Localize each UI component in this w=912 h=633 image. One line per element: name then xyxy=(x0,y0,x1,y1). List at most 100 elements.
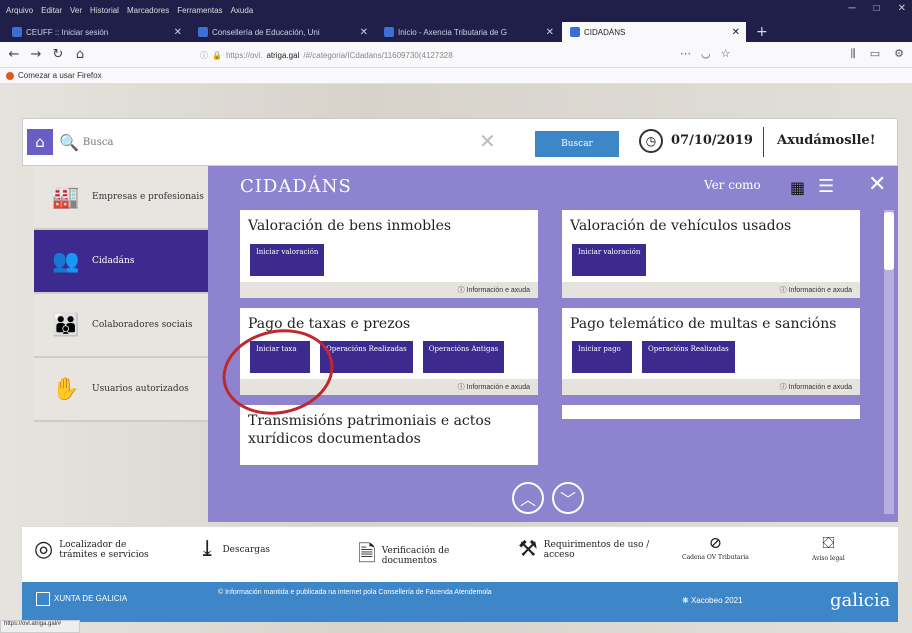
menu-axuda[interactable]: Axuda xyxy=(231,6,254,15)
sidebar-item-colaboradores[interactable]: 👪 Colaboradores sociais xyxy=(34,294,208,358)
footer-label: Localizador de trámites e servicios xyxy=(59,539,149,560)
minimize-icon[interactable]: ─ xyxy=(848,3,855,14)
info-label: Información e axuda xyxy=(788,286,852,294)
tools-icon: ⚒ xyxy=(518,537,538,562)
operacions-realizadas-button[interactable]: Operacións Realizadas xyxy=(320,341,413,373)
tab-label: Consellería de Educación, Uni xyxy=(212,27,320,37)
pocket-icon[interactable]: ◡ xyxy=(701,47,711,60)
sidebar-item-usuarios[interactable]: ✋ Usuarios autorizados xyxy=(34,358,208,422)
url-bar[interactable]: ⓘ 🔒 https://ovl. atriga.gal/#/categoria/I… xyxy=(198,46,744,64)
sidebar-toggle-icon[interactable]: ▭ xyxy=(870,47,880,61)
tab-cidadans[interactable]: CIDADÁNS ✕ xyxy=(562,22,746,42)
info-help-link[interactable]: ⓘ Información e axuda xyxy=(240,281,538,298)
info-icon: ⓘ xyxy=(457,384,467,391)
xunta-label: XUNTA DE GALICIA xyxy=(54,594,128,604)
back-icon[interactable]: ← xyxy=(6,47,22,62)
home-icon[interactable]: ⌂ xyxy=(72,47,88,62)
site-home-icon[interactable]: ⌂ xyxy=(27,129,53,155)
search-input[interactable] xyxy=(82,136,423,148)
aviso-legal-link[interactable]: ⛋ Aviso legal xyxy=(812,533,845,562)
close-tab-icon[interactable]: ✕ xyxy=(174,27,182,38)
menu-editar[interactable]: Editar xyxy=(41,6,62,15)
forward-icon[interactable]: → xyxy=(28,47,44,62)
favicon-icon xyxy=(384,27,394,37)
service-column-right: Valoración de vehículos usados Iniciar v… xyxy=(562,210,860,429)
info-help-link[interactable]: ⓘ Información e axuda xyxy=(562,281,860,298)
window-controls: ─ □ ✕ xyxy=(848,3,906,14)
menu-historial[interactable]: Historial xyxy=(90,6,119,15)
firefox-icon xyxy=(6,71,14,80)
tab-educacion[interactable]: Consellería de Educación, Uni ✕ xyxy=(190,22,374,42)
scroll-up-icon[interactable]: ︿ xyxy=(512,482,544,514)
requirimentos-link[interactable]: ⚒ Requirimentos de uso / acceso xyxy=(518,537,654,562)
category-sidebar: 🏭 Empresas e profesionais 👥 Cidadáns 👪 Cola… xyxy=(34,166,208,526)
tab-ceuff[interactable]: CEUFF :: Iniciar sesión ✕ xyxy=(4,22,188,42)
close-tab-icon[interactable]: ✕ xyxy=(732,27,740,38)
list-view-icon[interactable]: ☰ xyxy=(818,176,834,197)
search-button[interactable]: Buscar xyxy=(535,131,619,157)
info-icon[interactable]: ⓘ xyxy=(200,50,208,61)
info-help-link[interactable]: ⓘ Información e axuda xyxy=(562,379,860,395)
library-icon[interactable]: ⫼ xyxy=(851,47,856,61)
sidebar-item-empresas[interactable]: 🏭 Empresas e profesionais xyxy=(34,166,208,230)
close-tab-icon[interactable]: ✕ xyxy=(360,27,368,38)
info-icon: ⓘ xyxy=(779,384,789,391)
info-label: Información e axuda xyxy=(466,384,530,391)
page-actions-icon[interactable]: ⋯ xyxy=(680,47,691,60)
cadena-link[interactable]: ⊘ Cadena OV Tributaria xyxy=(682,533,749,561)
menu-ferramentas[interactable]: Ferramentas xyxy=(177,6,222,15)
xunta-emblem-icon xyxy=(36,592,50,606)
current-date: 07/10/2019 xyxy=(671,133,753,148)
scroll-down-icon[interactable]: ﹀ xyxy=(552,482,584,514)
tab-label: CEUFF :: Iniciar sesión xyxy=(26,27,109,37)
tab-label: Inicio - Axencia Tributaria de G xyxy=(398,27,507,37)
screen: Arquivo Editar Ver Historial Marcadores … xyxy=(0,0,912,633)
extension-icon[interactable]: ⚙ xyxy=(894,47,904,61)
new-tab-icon[interactable]: + xyxy=(748,22,776,42)
verificacion-link[interactable]: 🗎 Verificación de documentos xyxy=(358,537,472,575)
xacobeo-logo[interactable]: ❋ Xacobeo 2021 xyxy=(682,596,743,605)
card-buttons: Iniciar valoración xyxy=(240,240,538,282)
bookmark-star-icon[interactable]: ☆ xyxy=(721,47,731,60)
panel-title: CIDADÁNS xyxy=(240,176,352,197)
scrollbar-thumb[interactable] xyxy=(884,212,894,270)
xacobeo-icon: ❋ xyxy=(682,596,691,605)
maximize-icon[interactable]: □ xyxy=(874,3,880,14)
menu-ver[interactable]: Ver xyxy=(70,6,82,15)
close-tab-icon[interactable]: ✕ xyxy=(546,27,554,38)
service-card-bens-inmobles: Valoración de bens inmobles Iniciar valo… xyxy=(240,210,538,298)
tab-atriga[interactable]: Inicio - Axencia Tributaria de G ✕ xyxy=(376,22,560,42)
descargas-link[interactable]: ⤓ Descargas xyxy=(198,537,270,562)
status-url: https://ovl.atriga.gal/# xyxy=(0,620,80,633)
grid-view-icon[interactable]: ▦ xyxy=(790,178,805,197)
close-window-icon[interactable]: ✕ xyxy=(898,3,906,14)
clear-search-icon[interactable]: ✕ xyxy=(479,129,496,153)
card-title: Valoración de vehículos usados xyxy=(570,218,792,234)
iniciar-pago-button[interactable]: Iniciar pago xyxy=(572,341,632,373)
card-buttons: Iniciar valoración xyxy=(562,240,860,282)
iniciar-valoracion-vehiculos-button[interactable]: Iniciar valoración xyxy=(572,243,647,276)
localizador-link[interactable]: ◎ Localizador de trámites e servicios xyxy=(34,537,149,562)
operacions-antigas-button[interactable]: Operacións Antigas xyxy=(422,341,505,373)
bookmark-getting-started[interactable]: Comezar a usar Firefox xyxy=(18,71,102,80)
xunta-logo[interactable]: XUNTA DE GALICIA xyxy=(36,592,127,606)
sidebar-item-cidadans[interactable]: 👥 Cidadáns xyxy=(34,230,208,294)
footer-label: Cadena OV Tributaria xyxy=(682,554,749,561)
menu-archivo[interactable]: Arquivo xyxy=(6,6,33,15)
sidebar-item-label: Usuarios autorizados xyxy=(92,384,189,394)
search-icon: 🔍 xyxy=(59,132,79,152)
footer-label: Descargas xyxy=(222,544,271,555)
target-icon: ◎ xyxy=(34,537,54,562)
iniciar-valoracion-button[interactable]: Iniciar valoración xyxy=(250,243,325,276)
menu-marcadores[interactable]: Marcadores xyxy=(127,6,169,15)
sidebar-item-label: Empresas e profesionais xyxy=(92,192,204,202)
close-panel-icon[interactable]: ✕ xyxy=(868,172,886,197)
factory-icon: 🏭 xyxy=(52,184,80,210)
reload-icon[interactable]: ↻ xyxy=(50,47,66,62)
galicia-logo[interactable]: galicia xyxy=(830,590,890,611)
tab-label: CIDADÁNS xyxy=(584,27,626,37)
favicon-icon xyxy=(198,27,208,37)
operacions-realizadas-multas-button[interactable]: Operacións Realizadas xyxy=(642,341,735,373)
download-icon: ⤓ xyxy=(198,537,217,562)
header-divider xyxy=(763,127,764,157)
